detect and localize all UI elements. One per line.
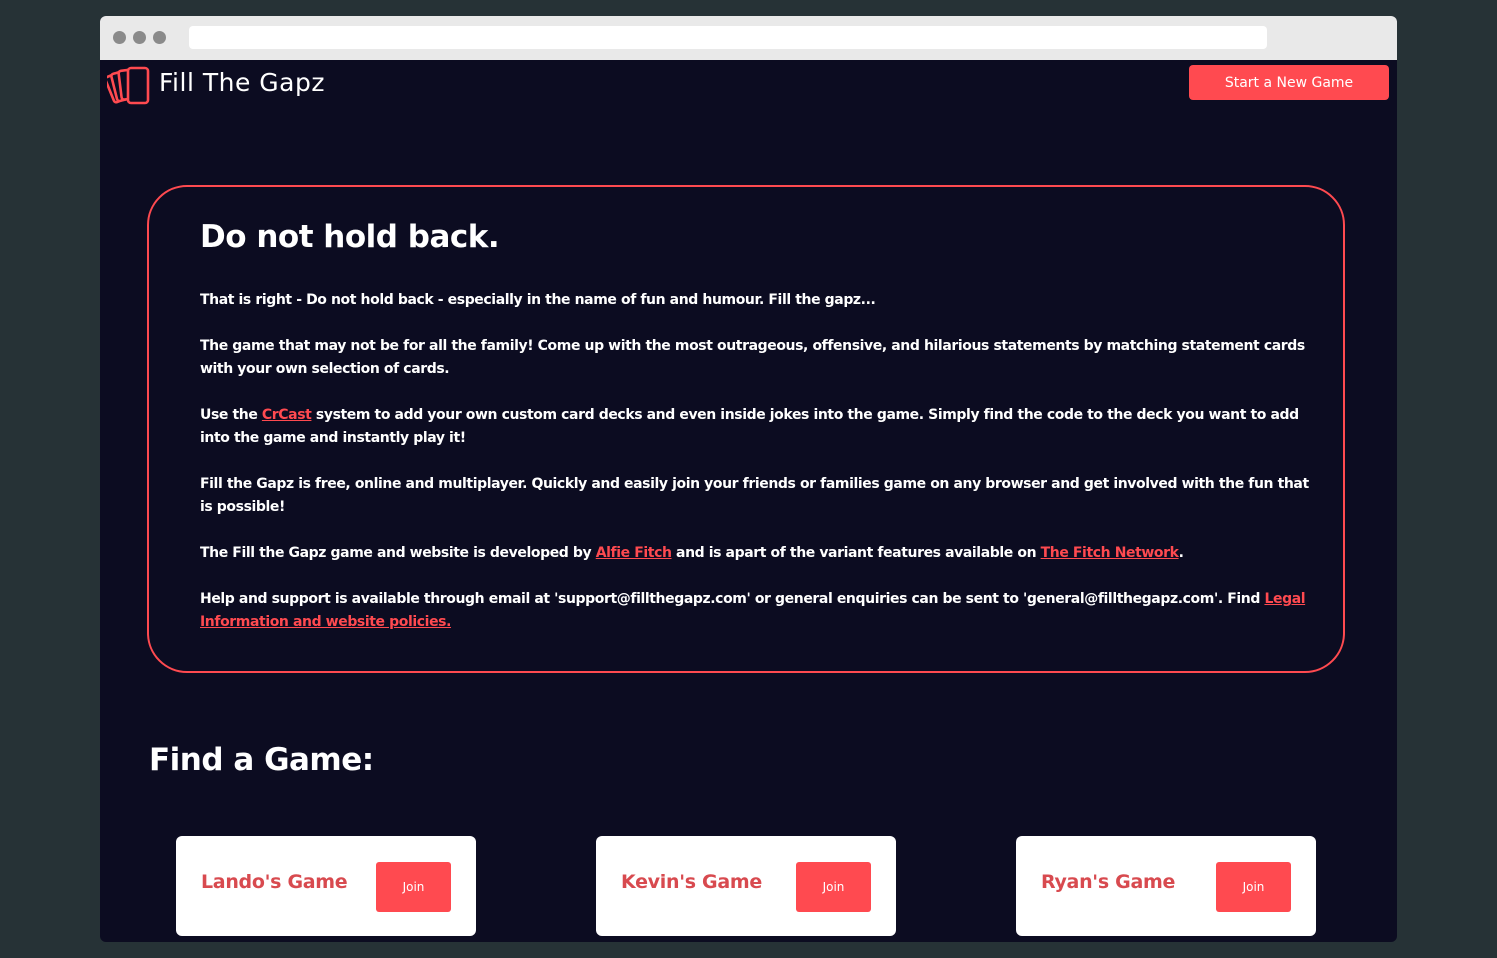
about-paragraph-free: Fill the Gapz is free, online and multip… xyxy=(200,476,1309,515)
developer-text-middle: and is apart of the variant features ava… xyxy=(671,545,1041,561)
fitch-network-link[interactable]: The Fitch Network xyxy=(1041,545,1179,561)
crcast-link[interactable]: CrCast xyxy=(262,407,312,423)
address-bar[interactable] xyxy=(189,26,1267,49)
browser-window: Fill The Gapz Start a New Game Do not ho… xyxy=(100,16,1397,942)
about-paragraph-intro: That is right - Do not hold back - espec… xyxy=(200,292,876,308)
join-button[interactable]: Join xyxy=(1216,862,1291,912)
game-card: Kevin's Game Join xyxy=(596,836,896,936)
window-close-dot[interactable] xyxy=(113,31,126,44)
about-panel: Do not hold back. That is right - Do not… xyxy=(147,185,1345,673)
cards-icon xyxy=(107,66,150,105)
developer-text-after: . xyxy=(1178,545,1184,561)
crcast-text-after: system to add your own custom card decks… xyxy=(200,407,1299,446)
alfie-fitch-link[interactable]: Alfie Fitch xyxy=(596,545,672,561)
window-maximize-dot[interactable] xyxy=(153,31,166,44)
about-paragraph-crcast: Use the CrCast system to add your own cu… xyxy=(200,404,1318,450)
start-new-game-button[interactable]: Start a New Game xyxy=(1189,65,1389,100)
join-button[interactable]: Join xyxy=(376,862,451,912)
about-body: That is right - Do not hold back - espec… xyxy=(200,289,1318,657)
about-title: Do not hold back. xyxy=(200,219,500,255)
game-card: Ryan's Game Join xyxy=(1016,836,1316,936)
game-name: Lando's Game xyxy=(201,871,348,893)
about-paragraph-support: Help and support is available through em… xyxy=(200,588,1318,634)
find-game-title: Find a Game: xyxy=(149,742,374,778)
window-minimize-dot[interactable] xyxy=(133,31,146,44)
site-header: Fill The Gapz Start a New Game xyxy=(100,60,1397,120)
game-name: Ryan's Game xyxy=(1041,871,1176,893)
join-button[interactable]: Join xyxy=(796,862,871,912)
game-card: Lando's Game Join xyxy=(176,836,476,936)
about-paragraph-game: The game that may not be for all the fam… xyxy=(200,338,1305,377)
game-name: Kevin's Game xyxy=(621,871,762,893)
about-paragraph-developer: The Fill the Gapz game and website is de… xyxy=(200,542,1318,565)
developer-text-before: The Fill the Gapz game and website is de… xyxy=(200,545,596,561)
support-text: Help and support is available through em… xyxy=(200,591,1265,607)
site-title[interactable]: Fill The Gapz xyxy=(159,68,325,97)
crcast-text-before: Use the xyxy=(200,407,262,423)
browser-toolbar xyxy=(100,16,1397,60)
